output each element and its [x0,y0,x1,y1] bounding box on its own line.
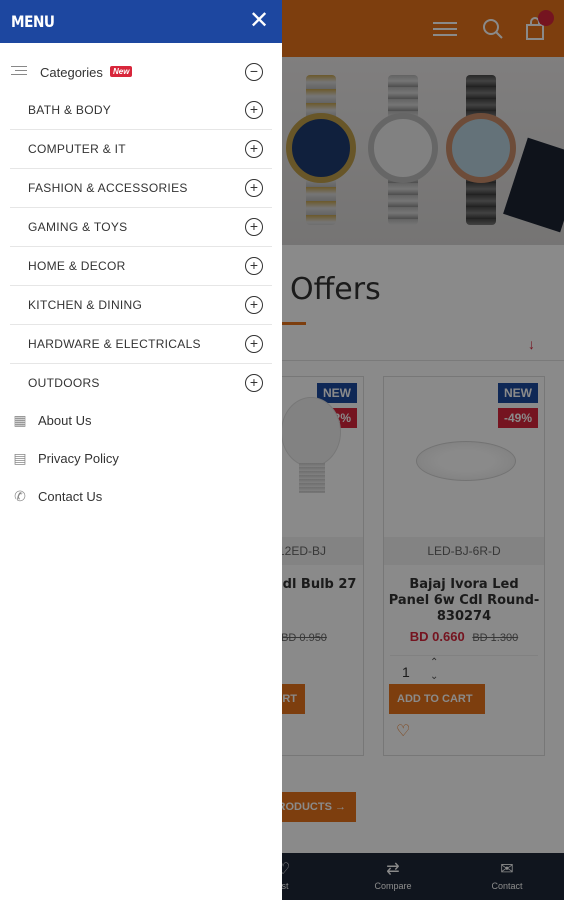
side-menu-drawer: MENU ✕ Categories New − BATH & BODY + CO… [0,0,282,900]
document-icon: ▤ [13,450,27,466]
link-contact-us[interactable]: ✆ Contact Us [0,478,282,516]
category-item-fashion-accessories[interactable]: FASHION & ACCESSORIES + [10,169,272,208]
category-item-bath-body[interactable]: BATH & BODY + [10,91,272,130]
category-label: HARDWARE & ELECTRICALS [28,337,201,351]
category-item-home-decor[interactable]: HOME & DECOR + [10,247,272,286]
close-icon[interactable]: ✕ [246,8,272,34]
category-label: HOME & DECOR [28,259,126,273]
category-item-computer-it[interactable]: COMPUTER & IT + [10,130,272,169]
collapse-icon[interactable]: − [245,63,263,81]
expand-icon[interactable]: + [245,179,263,197]
category-label: BATH & BODY [28,103,112,117]
category-label: OUTDOORS [28,376,100,390]
link-privacy-policy[interactable]: ▤ Privacy Policy [0,440,282,478]
link-label: Contact Us [38,489,103,504]
phone-icon: ✆ [14,488,26,504]
category-label: COMPUTER & IT [28,142,126,156]
drawer-header: MENU ✕ [0,0,282,43]
category-label: FASHION & ACCESSORIES [28,181,188,195]
expand-icon[interactable]: + [245,374,263,392]
expand-icon[interactable]: + [245,218,263,236]
category-item-gaming-toys[interactable]: GAMING & TOYS + [10,208,272,247]
categories-header[interactable]: Categories New [0,43,282,97]
drawer-title: MENU [11,12,55,31]
link-label: Privacy Policy [38,451,119,466]
building-icon: ▦ [13,412,27,428]
expand-icon[interactable]: + [245,335,263,353]
expand-icon[interactable]: + [245,140,263,158]
category-list: BATH & BODY + COMPUTER & IT + FASHION & … [10,91,272,403]
link-label: About Us [38,413,92,428]
new-badge: New [110,66,133,77]
expand-icon[interactable]: + [245,257,263,275]
category-item-hardware-electricals[interactable]: HARDWARE & ELECTRICALS + [10,325,272,364]
expand-icon[interactable]: + [245,101,263,119]
list-icon [11,66,27,78]
category-label: KITCHEN & DINING [28,298,143,312]
link-about-us[interactable]: ▦ About Us [0,402,282,440]
category-item-kitchen-dining[interactable]: KITCHEN & DINING + [10,286,272,325]
expand-icon[interactable]: + [245,296,263,314]
category-item-outdoors[interactable]: OUTDOORS + [10,364,272,403]
info-links: ▦ About Us ▤ Privacy Policy ✆ Contact Us [0,402,282,516]
categories-label: Categories [40,65,103,80]
category-label: GAMING & TOYS [28,220,128,234]
